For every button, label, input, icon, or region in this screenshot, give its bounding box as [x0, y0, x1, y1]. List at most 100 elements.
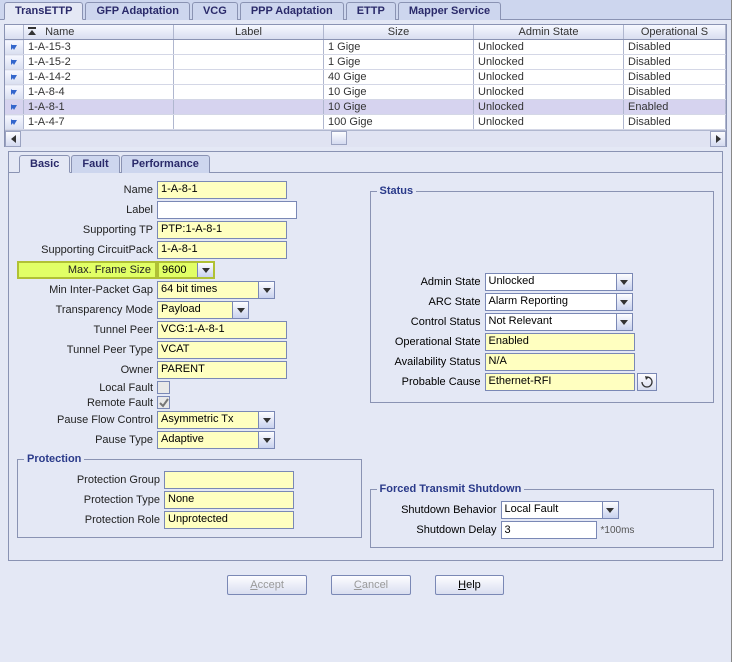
col-operational-state[interactable]: Operational S	[624, 25, 726, 40]
chevron-down-icon	[606, 508, 614, 513]
dropdown-button[interactable]	[197, 263, 213, 277]
sort-icon	[28, 26, 40, 34]
cell-name: 1-A-8-1	[24, 100, 174, 115]
form-area: Name 1-A-8-1 Label Supporting TP PTP:1-A…	[9, 173, 722, 560]
max-frame-size-combo[interactable]: 9600	[157, 261, 215, 279]
left-column: Name 1-A-8-1 Label Supporting TP PTP:1-A…	[17, 181, 362, 552]
cell-admin: Unlocked	[474, 40, 624, 55]
lbl-supporting-tp: Supporting TP	[17, 224, 157, 236]
table-row[interactable]: 1-A-14-240 GigeUnlockedDisabled	[5, 70, 726, 85]
cell-oper: Disabled	[624, 55, 726, 70]
transparency-combo[interactable]: Payload	[157, 301, 249, 319]
refresh-button[interactable]	[637, 373, 657, 391]
lbl-tunnel-peer-type: Tunnel Peer Type	[17, 344, 157, 356]
cell-name: 1-A-15-3	[24, 40, 174, 55]
cell-oper: Disabled	[624, 85, 726, 100]
dropdown-button[interactable]	[602, 502, 618, 518]
lbl-shutdown-delay: Shutdown Delay	[377, 524, 501, 536]
cell-admin: Unlocked	[474, 70, 624, 85]
cell-size: 10 Gige	[324, 100, 474, 115]
dropdown-button[interactable]	[616, 294, 632, 310]
dropdown-button[interactable]	[258, 282, 274, 298]
lbl-shutdown-behavior: Shutdown Behavior	[377, 504, 501, 516]
name-field: 1-A-8-1	[157, 181, 287, 199]
operational-state-field: Enabled	[485, 333, 635, 351]
supporting-circuitpack-field: 1-A-8-1	[157, 241, 287, 259]
dropdown-button[interactable]	[616, 314, 632, 330]
shutdown-legend: Forced Transmit Shutdown	[377, 483, 525, 495]
cell-admin: Unlocked	[474, 115, 624, 130]
cell-admin: Unlocked	[474, 85, 624, 100]
table-row[interactable]: 1-A-8-410 GigeUnlockedDisabled	[5, 85, 726, 100]
label-input[interactable]	[157, 201, 297, 219]
details-panel: Basic Fault Performance Name 1-A-8-1 Lab…	[8, 151, 723, 561]
tab-ettp[interactable]: ETTP	[346, 2, 396, 20]
arc-state-combo[interactable]: Alarm Reporting	[485, 293, 633, 311]
scroll-track[interactable]	[21, 131, 710, 147]
cell-oper: Disabled	[624, 115, 726, 130]
status-group: Status Admin State Unlocked ARC State Al…	[370, 185, 715, 403]
subtab-performance[interactable]: Performance	[121, 155, 210, 173]
scroll-thumb[interactable]	[331, 131, 347, 145]
col-name[interactable]: Name	[24, 25, 174, 40]
table-row[interactable]: 1-A-4-7100 GigeUnlockedDisabled	[5, 115, 726, 130]
row-marker	[5, 100, 24, 115]
protection-role-field: Unprotected	[164, 511, 294, 529]
lbl-pause-flow: Pause Flow Control	[17, 414, 157, 426]
horizontal-scrollbar[interactable]	[5, 130, 726, 146]
cell-size: 10 Gige	[324, 85, 474, 100]
col-marker[interactable]	[5, 25, 24, 40]
row-marker	[5, 40, 24, 55]
protection-group: Protection Protection Group Protection T…	[17, 453, 362, 538]
col-label[interactable]: Label	[174, 25, 324, 40]
shutdown-behavior-combo[interactable]: Local Fault	[501, 501, 619, 519]
control-status-combo[interactable]: Not Relevant	[485, 313, 633, 331]
sub-tabs: Basic Fault Performance	[9, 152, 722, 173]
bottom-buttons: Accept Cancel Help	[0, 565, 731, 605]
table-row[interactable]: 1-A-15-21 GigeUnlockedDisabled	[5, 55, 726, 70]
scroll-right-button[interactable]	[710, 131, 726, 147]
dropdown-button[interactable]	[258, 412, 274, 428]
table-row[interactable]: 1-A-8-110 GigeUnlockedEnabled	[5, 100, 726, 115]
chevron-down-icon	[263, 288, 271, 293]
protection-group-field	[164, 471, 294, 489]
tab-transettp[interactable]: TransETTP	[4, 2, 83, 20]
data-table[interactable]: Name Label Size Admin State Operational …	[5, 25, 726, 130]
chevron-down-icon	[237, 308, 245, 313]
cell-label	[174, 70, 324, 85]
pause-flow-combo[interactable]: Asymmetric Tx	[157, 411, 275, 429]
col-admin-state[interactable]: Admin State	[474, 25, 624, 40]
row-marker	[5, 55, 24, 70]
scroll-left-button[interactable]	[5, 131, 21, 147]
tab-mapper-service[interactable]: Mapper Service	[398, 2, 501, 20]
shutdown-delay-input[interactable]	[501, 521, 597, 539]
table-wrap: Name Label Size Admin State Operational …	[4, 24, 727, 147]
min-gap-combo[interactable]: 64 bit times	[157, 281, 275, 299]
lbl-transparency: Transparency Mode	[17, 304, 157, 316]
subtab-basic[interactable]: Basic	[19, 155, 70, 173]
chevron-down-icon	[620, 320, 628, 325]
dropdown-button[interactable]	[616, 274, 632, 290]
shutdown-delay-hint: *100ms	[601, 525, 635, 536]
help-button[interactable]: Help	[435, 575, 504, 595]
tab-vcg[interactable]: VCG	[192, 2, 238, 20]
pause-type-combo[interactable]: Adaptive	[157, 431, 275, 449]
lbl-label: Label	[17, 204, 157, 216]
subtab-fault[interactable]: Fault	[71, 155, 119, 173]
row-marker	[5, 115, 24, 130]
admin-state-combo[interactable]: Unlocked	[485, 273, 633, 291]
lbl-availability-status: Availability Status	[377, 356, 485, 368]
cell-oper: Disabled	[624, 70, 726, 85]
lbl-control-status: Control Status	[377, 316, 485, 328]
tab-gfp-adaptation[interactable]: GFP Adaptation	[85, 2, 190, 20]
table-row[interactable]: 1-A-15-31 GigeUnlockedDisabled	[5, 40, 726, 55]
lbl-protection-role: Protection Role	[24, 514, 164, 526]
dropdown-button[interactable]	[258, 432, 274, 448]
dropdown-button[interactable]	[232, 302, 248, 318]
cell-size: 100 Gige	[324, 115, 474, 130]
tab-ppp-adaptation[interactable]: PPP Adaptation	[240, 2, 344, 20]
col-size[interactable]: Size	[324, 25, 474, 40]
lbl-arc-state: ARC State	[377, 296, 485, 308]
max-frame-size-value: 9600	[159, 263, 197, 277]
lbl-supporting-circuitpack: Supporting CircuitPack	[17, 244, 157, 256]
